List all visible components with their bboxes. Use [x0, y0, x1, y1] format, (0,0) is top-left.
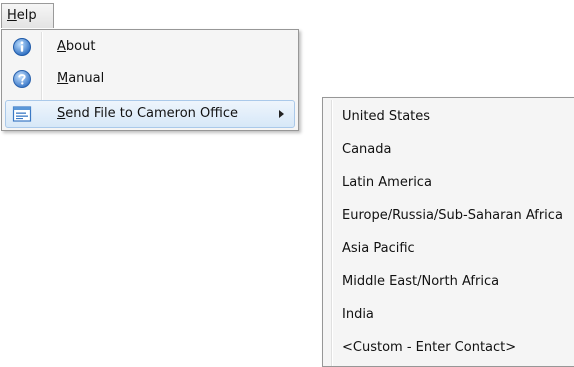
menu-bar: Help: [0, 0, 574, 30]
submenu-arrow-icon: [279, 110, 284, 118]
send-file-icon: [12, 106, 32, 122]
submenu-item-latin-america[interactable]: Latin America: [342, 171, 432, 195]
menu-item-send-file[interactable]: Send File to Cameron Office: [5, 100, 295, 128]
menu-item-manual[interactable]: Manual: [5, 65, 295, 93]
send-file-submenu: United States Canada Latin America Europ…: [322, 97, 574, 367]
send-file-label: Send File to Cameron Office: [57, 106, 238, 121]
manual-label: Manual: [57, 71, 105, 86]
submenu-item-asia-pacific[interactable]: Asia Pacific: [342, 237, 415, 261]
submenu-item-europe-russia-africa[interactable]: Europe/Russia/Sub-Saharan Africa: [342, 204, 563, 228]
help-dropdown-menu: About Manual Send File to Cameron Office: [1, 29, 299, 131]
submenu-item-middle-east[interactable]: Middle East/North Africa: [342, 270, 499, 294]
menu-item-about[interactable]: About: [5, 33, 295, 61]
info-icon: [13, 38, 31, 56]
submenu-item-custom-contact[interactable]: <Custom - Enter Contact>: [342, 336, 516, 360]
submenu-item-india[interactable]: India: [342, 303, 374, 327]
menu-help[interactable]: Help: [1, 3, 54, 28]
about-label: About: [57, 39, 96, 54]
submenu-item-canada[interactable]: Canada: [342, 138, 391, 162]
help-icon: [13, 70, 31, 88]
submenu-item-united-states[interactable]: United States: [342, 105, 430, 129]
